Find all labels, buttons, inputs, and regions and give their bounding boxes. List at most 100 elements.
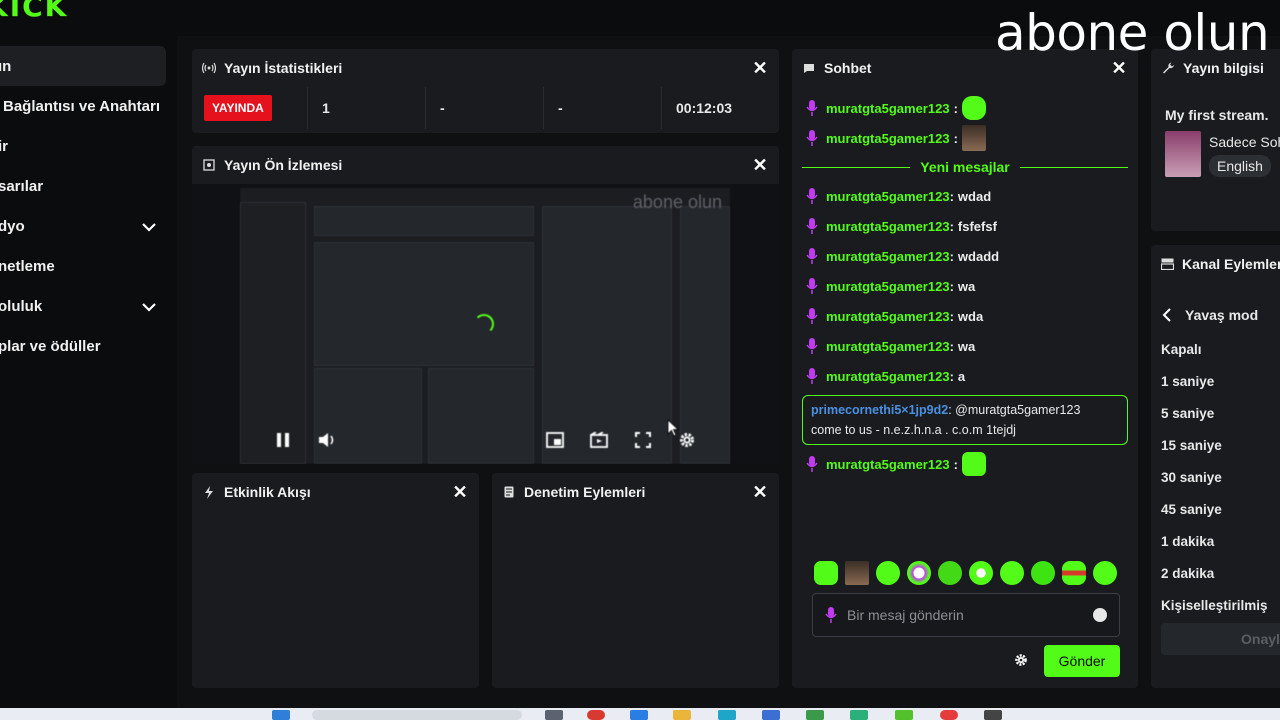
chat-username[interactable]: muratgta5gamer123 bbox=[826, 249, 950, 264]
taskbar-app-icon[interactable] bbox=[545, 710, 563, 720]
sidebar-item-stream[interactable]: ın bbox=[0, 46, 166, 86]
sidebar-item-info[interactable]: ir bbox=[0, 126, 176, 166]
sidebar-item-rewards[interactable]: plar ve ödüller bbox=[0, 326, 176, 366]
chat-message[interactable]: muratgta5gamer123: wdadd bbox=[802, 241, 1128, 271]
moderation-actions-panel: Denetim Eylemleri ✕ bbox=[492, 473, 779, 688]
sidebar-item-studio[interactable]: dyo bbox=[0, 206, 176, 246]
microphone-badge-icon bbox=[806, 100, 818, 116]
panel-title: Denetim Eylemleri bbox=[524, 484, 646, 500]
taskbar-app-icon[interactable] bbox=[984, 710, 1002, 720]
close-icon[interactable]: ✕ bbox=[751, 58, 769, 78]
sidebar-item-moderation[interactable]: netleme bbox=[0, 246, 176, 286]
new-messages-label: Yeni mesajlar bbox=[920, 159, 1010, 175]
emote-icon[interactable] bbox=[969, 561, 993, 585]
chat-text: @muratgta5gamer123 bbox=[955, 403, 1081, 417]
emote-icon[interactable] bbox=[845, 561, 869, 585]
emote-icon[interactable] bbox=[907, 561, 931, 585]
picture-in-picture-icon[interactable] bbox=[545, 430, 565, 450]
chat-message[interactable]: muratgta5gamer123: fsfefsf bbox=[802, 211, 1128, 241]
mini-chat bbox=[542, 206, 672, 464]
pause-icon[interactable] bbox=[273, 430, 293, 450]
slow-mode-option[interactable]: Kişiselleştirilmiş bbox=[1161, 589, 1280, 621]
sidebar-item-settings[interactable]: sarılar bbox=[0, 166, 176, 206]
sidebar-item-stream-key[interactable]: Bağlantısı ve Anahtarı bbox=[0, 86, 176, 126]
chat-username[interactable]: muratgta5gamer123 bbox=[826, 131, 950, 146]
emoji-picker-icon[interactable] bbox=[1093, 608, 1107, 622]
chat-message[interactable]: muratgta5gamer123: wa bbox=[802, 271, 1128, 301]
emote-icon[interactable] bbox=[1093, 561, 1117, 585]
stream-preview-video[interactable]: abone olun bbox=[240, 188, 730, 464]
sidebar-item-label: ir bbox=[0, 137, 9, 155]
os-taskbar bbox=[0, 708, 1280, 720]
chat-username[interactable]: muratgta5gamer123 bbox=[826, 219, 950, 234]
chat-message[interactable]: muratgta5gamer123: wa bbox=[802, 331, 1128, 361]
volume-icon[interactable] bbox=[317, 430, 337, 450]
chat-username[interactable]: muratgta5gamer123 bbox=[826, 457, 950, 472]
chat-username[interactable]: muratgta5gamer123 bbox=[826, 309, 950, 324]
slow-mode-option[interactable]: Kapalı bbox=[1161, 333, 1280, 365]
settings-gear-icon[interactable] bbox=[677, 430, 697, 450]
taskbar-app-icon[interactable] bbox=[630, 710, 648, 720]
folder-icon[interactable] bbox=[673, 710, 691, 720]
chat-message[interactable]: muratgta5gamer123: bbox=[802, 93, 1128, 123]
send-button[interactable]: Gönder bbox=[1044, 645, 1120, 677]
chat-message[interactable]: muratgta5gamer123: bbox=[802, 123, 1128, 153]
taskbar-app-icon[interactable] bbox=[718, 710, 736, 720]
chat-username[interactable]: primecornethi5×1jp9d2 bbox=[811, 403, 948, 417]
taskbar-app-icon[interactable] bbox=[895, 710, 913, 720]
sidebar-item-label: ın bbox=[0, 57, 12, 75]
slow-mode-option[interactable]: 2 dakika bbox=[1161, 557, 1280, 589]
emote-icon[interactable] bbox=[938, 561, 962, 585]
slow-mode-option[interactable]: 5 saniye bbox=[1161, 397, 1280, 429]
close-icon[interactable]: ✕ bbox=[751, 155, 769, 175]
search-box[interactable] bbox=[312, 710, 522, 720]
chevron-down-icon bbox=[142, 223, 156, 232]
taskbar-app-icon[interactable] bbox=[806, 710, 824, 720]
chat-message[interactable]: muratgta5gamer123: bbox=[802, 449, 1128, 479]
taskbar-app-icon[interactable] bbox=[940, 710, 958, 720]
chat-message-list: muratgta5gamer123: muratgta5gamer123: Ye… bbox=[802, 93, 1128, 479]
panel-header: Etkinlik Akışı ✕ bbox=[192, 473, 479, 511]
chat-message[interactable]: muratgta5gamer123: wda bbox=[802, 301, 1128, 331]
fullscreen-icon[interactable] bbox=[633, 430, 653, 450]
emote-icon[interactable] bbox=[1000, 561, 1024, 585]
chat-settings-gear-icon[interactable] bbox=[1014, 653, 1028, 667]
kick-logo[interactable]: KICK bbox=[0, 0, 68, 23]
close-icon[interactable]: ✕ bbox=[451, 482, 469, 502]
chat-username[interactable]: muratgta5gamer123 bbox=[826, 279, 950, 294]
stat-value: - bbox=[425, 87, 543, 129]
preview-panel: Yayın Ön İzlemesi ✕ abone olun bbox=[192, 146, 779, 464]
chat-message[interactable]: muratgta5gamer123: a bbox=[802, 361, 1128, 391]
slow-mode-option[interactable]: 15 saniye bbox=[1161, 429, 1280, 461]
close-icon[interactable]: ✕ bbox=[751, 482, 769, 502]
taskbar-app-icon[interactable] bbox=[762, 710, 780, 720]
screen-icon bbox=[202, 158, 216, 172]
emote-icon[interactable] bbox=[1031, 561, 1055, 585]
chat-username[interactable]: muratgta5gamer123 bbox=[826, 101, 950, 116]
face-emote-icon bbox=[961, 125, 986, 151]
mini-right bbox=[680, 206, 730, 464]
emote-icon[interactable] bbox=[876, 561, 900, 585]
chat-username[interactable]: muratgta5gamer123 bbox=[826, 189, 950, 204]
taskbar-app-icon[interactable] bbox=[850, 710, 868, 720]
stream-category: Sadece Sohbet bbox=[1209, 134, 1280, 150]
confirm-button[interactable]: Onayla bbox=[1161, 623, 1280, 655]
slow-mode-option[interactable]: 30 saniye bbox=[1161, 461, 1280, 493]
sidebar-item-community[interactable]: oluluk bbox=[0, 286, 176, 326]
chat-message[interactable]: muratgta5gamer123: wdad bbox=[802, 181, 1128, 211]
slow-mode-option[interactable]: 1 dakika bbox=[1161, 525, 1280, 557]
windows-start-icon[interactable] bbox=[272, 710, 290, 720]
microphone-badge-icon bbox=[806, 218, 818, 234]
chat-username[interactable]: muratgta5gamer123 bbox=[826, 339, 950, 354]
chrome-icon[interactable] bbox=[587, 710, 605, 720]
back-button[interactable]: Yavaş mod bbox=[1161, 301, 1280, 329]
theater-mode-icon[interactable] bbox=[589, 430, 609, 450]
slow-mode-option[interactable]: 1 saniye bbox=[1161, 365, 1280, 397]
mention-message[interactable]: primecornethi5×1jp9d2: @muratgta5gamer12… bbox=[802, 395, 1128, 445]
slow-mode-option[interactable]: 45 saniye bbox=[1161, 493, 1280, 525]
emote-icon[interactable] bbox=[814, 561, 838, 585]
emote-icon[interactable] bbox=[1062, 561, 1086, 585]
wrench-icon bbox=[1161, 61, 1175, 75]
chat-message-input[interactable]: Bir mesaj gönderin bbox=[812, 593, 1120, 637]
chat-username[interactable]: muratgta5gamer123 bbox=[826, 369, 950, 384]
